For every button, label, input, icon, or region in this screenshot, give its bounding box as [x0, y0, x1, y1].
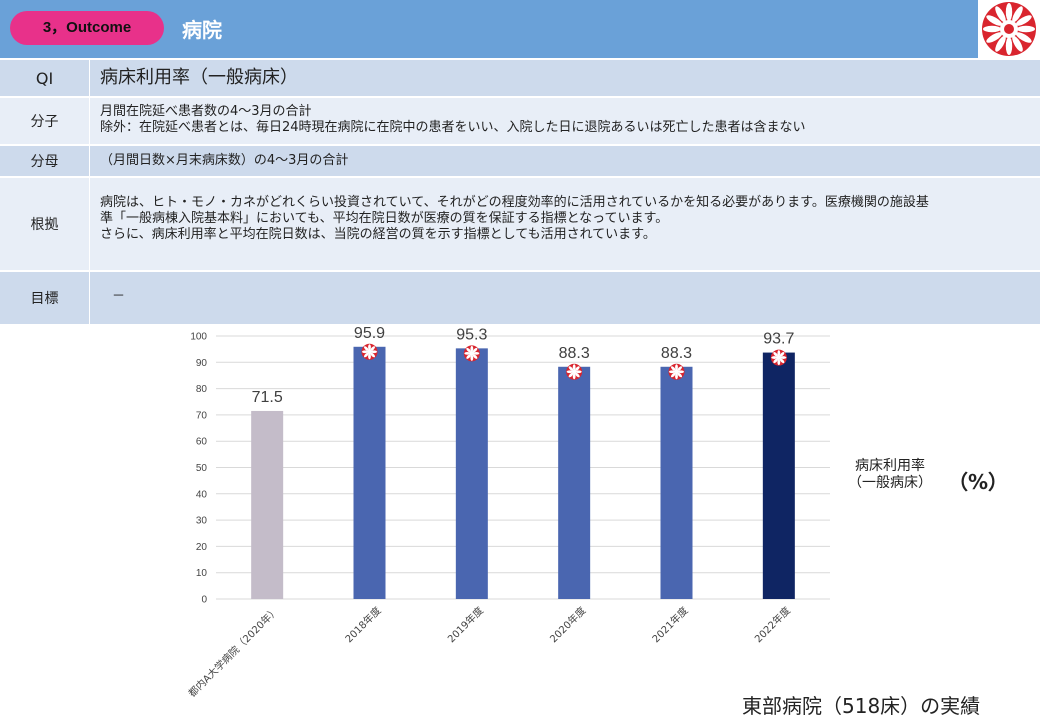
- series-label-line: 病床利用率: [855, 458, 925, 474]
- marker-petal: [473, 351, 480, 355]
- bar: [660, 366, 693, 599]
- y-tick-label: 100: [190, 332, 207, 343]
- marker-center: [776, 355, 782, 360]
- column-divider: [89, 272, 90, 324]
- target-value: －: [112, 289, 126, 304]
- marker-petal: [470, 345, 474, 352]
- column-divider: [89, 98, 90, 144]
- x-tick-label: 2019年度: [445, 604, 486, 645]
- x-tick-label: 2020年度: [547, 604, 588, 645]
- y-tick-label: 10: [196, 568, 208, 579]
- data-label: 95.9: [354, 326, 385, 342]
- basis-line: 準「一般病棟入院基本料」においても、平均在院日数が医療の質を保証する指標となって…: [100, 211, 669, 226]
- x-tick-label: 都内A大学病院（2020年）: [186, 604, 282, 700]
- bar: [353, 346, 386, 599]
- marker-center: [571, 369, 577, 374]
- data-label: 95.3: [456, 326, 487, 343]
- basis-row: 根拠 病院は、ヒト・モノ・カネがどれくらい投資されていて、それがどの程度効率的に…: [0, 178, 1040, 270]
- marker-petal: [470, 354, 474, 361]
- page-title: 病院: [182, 18, 222, 42]
- marker-petal: [675, 373, 678, 380]
- marker-petal: [575, 370, 582, 374]
- y-tick-label: 30: [196, 516, 208, 527]
- bar: [251, 410, 284, 599]
- y-tick-label: 0: [201, 595, 207, 606]
- unit-label: （%）: [948, 470, 1009, 494]
- basis-line: 病院は、ヒト・モノ・カネがどれくらい投資されていて、それがどの程度効率的に活用さ…: [100, 195, 929, 210]
- marker-petal: [780, 356, 787, 359]
- y-tick-label: 70: [196, 410, 208, 421]
- bed-utilization-chart: 0 10 20 30 40 50 60 70 80 90 100 71.5 都内A大学病院（2020年）…: [186, 326, 830, 700]
- marker-petal: [678, 370, 684, 374]
- bar: [762, 352, 795, 599]
- basis-line: さらに、病床利用率と平均在院日数は、当院の経営の質を示す指標としても活用されてい…: [100, 227, 656, 242]
- series-label-line: （一般病床）: [848, 475, 932, 491]
- footer-note: 東部病院（518床）の実績: [742, 694, 981, 718]
- denominator-text: （月間日数×月末病床数）の4～3月の合計: [100, 153, 349, 168]
- qi-label: QI: [35, 68, 54, 88]
- marker-petal: [777, 350, 781, 357]
- column-divider: [89, 178, 90, 270]
- qi-row: QI 病床利用率（一般病床）: [0, 60, 1040, 96]
- basis-label: 根拠: [30, 217, 59, 233]
- y-tick-label: 80: [196, 384, 208, 395]
- marker-petal: [362, 350, 368, 354]
- bar: [558, 366, 591, 599]
- basis-text: 病院は、ヒト・モノ・カネがどれくらい投資されていて、それがどの程度効率的に活用さ…: [100, 195, 1034, 243]
- marker-petal: [777, 359, 781, 366]
- numerator-text: 月間在院延べ患者数の4～3月の合計 除外：在院延べ患者とは、毎日24時現在病院に…: [100, 104, 1032, 136]
- numerator-exclusion-line: 除外：在院延べ患者とは、毎日24時現在病院に在院中の患者をいい、入院した日に退院…: [100, 120, 806, 135]
- marker-petal: [572, 373, 576, 380]
- marker-petal: [572, 364, 576, 371]
- denominator-row: 分母 （月間日数×月末病床数）の4～3月の合計: [0, 146, 1040, 176]
- y-tick-label: 20: [196, 542, 208, 553]
- qi-value: 病床利用率（一般病床）: [100, 67, 298, 88]
- marker-center: [367, 349, 372, 354]
- marker-petal: [368, 344, 371, 351]
- data-label: 71.5: [252, 389, 283, 406]
- marker-petal: [675, 364, 678, 371]
- marker-petal: [669, 370, 675, 374]
- target-label: 目標: [30, 291, 59, 307]
- column-divider: [89, 60, 90, 96]
- target-row: 目標 －: [0, 272, 1040, 324]
- numerator-line: 月間在院延べ患者数の4～3月の合計: [100, 104, 312, 119]
- emblem-icon: [982, 2, 1036, 56]
- numerator-row: 分子 月間在院延べ患者数の4～3月の合計 除外：在院延べ患者とは、毎日24時現在…: [0, 98, 1040, 144]
- series-label: 病床利用率 （一般病床）: [848, 458, 932, 492]
- marker-petal: [771, 356, 778, 359]
- x-tick-label: 2022年度: [752, 604, 793, 645]
- y-tick-label: 40: [196, 489, 208, 500]
- y-tick-label: 90: [196, 358, 208, 369]
- y-tick-label: 60: [196, 437, 208, 448]
- marker-petal: [566, 370, 573, 374]
- marker-petal: [368, 353, 371, 360]
- header-bar: 3，Outcome 病院: [0, 0, 1040, 58]
- x-tick-label: 2021年度: [649, 604, 690, 645]
- column-divider: [89, 146, 90, 176]
- data-label: 93.7: [763, 331, 794, 348]
- x-tick-label: 2018年度: [342, 604, 383, 645]
- numerator-label: 分子: [30, 114, 59, 130]
- marker-petal: [371, 350, 377, 354]
- marker-center: [674, 369, 679, 374]
- hospital-logo: [978, 0, 1040, 58]
- marker-center: [469, 351, 475, 356]
- marker-petal: [464, 351, 471, 355]
- data-label: 88.3: [661, 345, 692, 362]
- y-tick-label: 50: [196, 463, 208, 474]
- denominator-label: 分母: [30, 154, 59, 170]
- section-badge: 3，Outcome: [10, 11, 164, 45]
- bar: [455, 348, 488, 599]
- data-label: 88.3: [559, 345, 590, 362]
